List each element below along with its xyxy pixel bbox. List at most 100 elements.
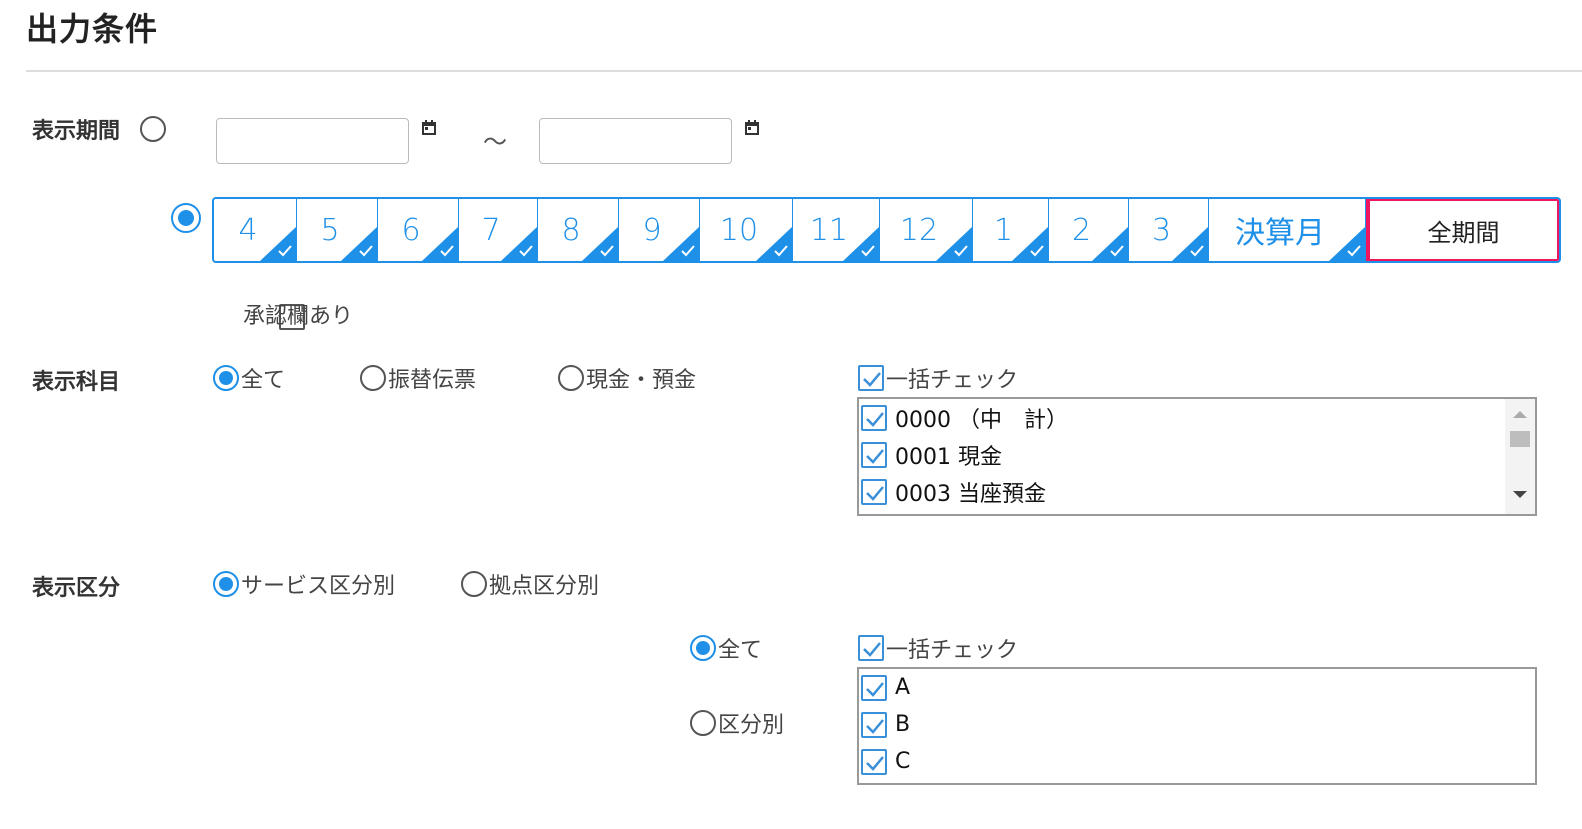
option-label: サービス区分別: [241, 574, 396, 599]
period-month-select-radio[interactable]: [171, 203, 202, 233]
check-icon: [278, 245, 292, 257]
scrollbar[interactable]: [1505, 399, 1535, 514]
month-segment[interactable]: 7: [459, 199, 538, 261]
accounts-option-all[interactable]: 全て: [213, 362, 285, 394]
month-segment[interactable]: 12: [880, 199, 973, 261]
month-segment[interactable]: 3: [1129, 199, 1209, 261]
month-segment[interactable]: 10: [700, 199, 793, 261]
item-checkbox[interactable]: [861, 478, 887, 505]
check-icon: [519, 245, 533, 257]
month-label: 7: [481, 212, 501, 248]
item-label: B: [895, 712, 911, 737]
item-checkbox[interactable]: [861, 674, 887, 701]
accounts-label: 表示科目: [32, 370, 121, 395]
check-icon: [861, 245, 875, 257]
radio-button[interactable]: [690, 635, 716, 661]
accounts-bulk-check[interactable]: 一括チェック: [858, 362, 1018, 394]
range-separator: ～: [483, 128, 507, 156]
check-icon: [863, 372, 881, 387]
month-segment[interactable]: 2: [1049, 199, 1129, 261]
check-icon: [866, 448, 884, 464]
period-end-date-input[interactable]: [539, 118, 732, 164]
check-icon: [866, 755, 884, 771]
check-icon: [1110, 245, 1124, 257]
list-item[interactable]: 0003 当座預金: [859, 473, 1535, 510]
month-segment[interactable]: 6: [378, 199, 459, 261]
all-period-button[interactable]: 全期間: [1366, 199, 1559, 261]
item-checkbox[interactable]: [861, 404, 887, 431]
check-icon: [866, 485, 884, 501]
month-segment[interactable]: 4: [214, 199, 297, 261]
period-label: 表示期間: [32, 119, 121, 144]
division-listbox[interactable]: A B C: [857, 667, 1537, 785]
month-segment[interactable]: 11: [793, 199, 880, 261]
bulk-checkbox[interactable]: [858, 365, 884, 391]
calendar-icon[interactable]: [421, 120, 437, 136]
division-sub-option-by-division[interactable]: 区分別: [690, 707, 784, 739]
month-label: 5: [320, 212, 340, 248]
option-label: 拠点区分別: [489, 574, 600, 599]
calendar-icon[interactable]: [744, 120, 760, 136]
item-label: 0003 当座預金: [895, 481, 1046, 507]
scroll-down-icon[interactable]: [1513, 491, 1527, 498]
month-label: 9: [642, 212, 662, 248]
month-label: 12: [899, 212, 939, 248]
month-label: 8: [561, 212, 581, 248]
check-icon: [866, 718, 884, 734]
item-checkbox[interactable]: [861, 711, 887, 738]
month-label: 10: [719, 212, 759, 248]
division-option-location[interactable]: 拠点区分別: [461, 568, 599, 600]
check-icon: [1190, 245, 1204, 257]
accounts-listbox[interactable]: 0000 （中 計） 0001 現金 0003 当座預金: [857, 397, 1537, 516]
page-title: 出力条件: [26, 10, 159, 48]
month-segment[interactable]: 8: [538, 199, 619, 261]
list-item[interactable]: C: [859, 743, 1535, 780]
check-icon: [954, 245, 968, 257]
option-label: 全て: [718, 638, 763, 663]
month-label: 6: [401, 212, 421, 248]
period-date-range-radio[interactable]: [140, 116, 166, 142]
division-label: 表示区分: [32, 576, 121, 601]
month-segment[interactable]: 5: [297, 199, 378, 261]
month-segment[interactable]: 9: [619, 199, 700, 261]
check-icon: [866, 411, 884, 427]
radio-button[interactable]: [213, 365, 239, 391]
option-label: 全て: [241, 368, 286, 393]
item-label: A: [895, 675, 911, 700]
radio-button[interactable]: [213, 571, 239, 597]
all-period-label: 全期間: [1427, 218, 1500, 247]
item-checkbox[interactable]: [861, 441, 887, 468]
list-item[interactable]: 0001 現金: [859, 436, 1535, 473]
scroll-up-icon[interactable]: [1513, 411, 1527, 418]
accounts-option-cash[interactable]: 現金・預金: [558, 362, 696, 394]
period-start-date-input[interactable]: [216, 118, 409, 164]
scroll-thumb[interactable]: [1510, 431, 1530, 447]
bulk-checkbox[interactable]: [858, 635, 884, 661]
month-segment[interactable]: 決算月: [1209, 199, 1366, 261]
radio-button[interactable]: [690, 710, 716, 736]
check-icon: [1347, 245, 1361, 257]
month-label: 2: [1071, 212, 1092, 248]
division-sub-option-all[interactable]: 全て: [690, 632, 762, 664]
radio-button[interactable]: [558, 365, 584, 391]
month-label: 4: [238, 212, 258, 248]
check-icon: [600, 245, 614, 257]
month-segment[interactable]: 1: [973, 199, 1049, 261]
division-option-service[interactable]: サービス区分別: [213, 568, 395, 600]
month-label: 1: [993, 212, 1014, 248]
radio-button[interactable]: [461, 571, 487, 597]
check-icon: [866, 681, 884, 697]
check-icon: [681, 245, 695, 257]
accounts-option-transfer[interactable]: 振替伝票: [360, 362, 476, 394]
list-item[interactable]: 0000 （中 計）: [859, 399, 1535, 436]
check-icon: [1030, 245, 1044, 257]
list-item[interactable]: A: [859, 669, 1535, 706]
title-divider: [26, 70, 1582, 72]
item-label: C: [895, 749, 911, 774]
list-item[interactable]: B: [859, 706, 1535, 743]
radio-button[interactable]: [360, 365, 386, 391]
item-checkbox[interactable]: [861, 748, 887, 775]
option-label: 振替伝票: [388, 368, 477, 393]
month-selector: 4 5 6 7 8 9 10 11 12 1 2 3 決算月 全期間: [212, 197, 1561, 263]
division-bulk-check[interactable]: 一括チェック: [858, 632, 1018, 664]
